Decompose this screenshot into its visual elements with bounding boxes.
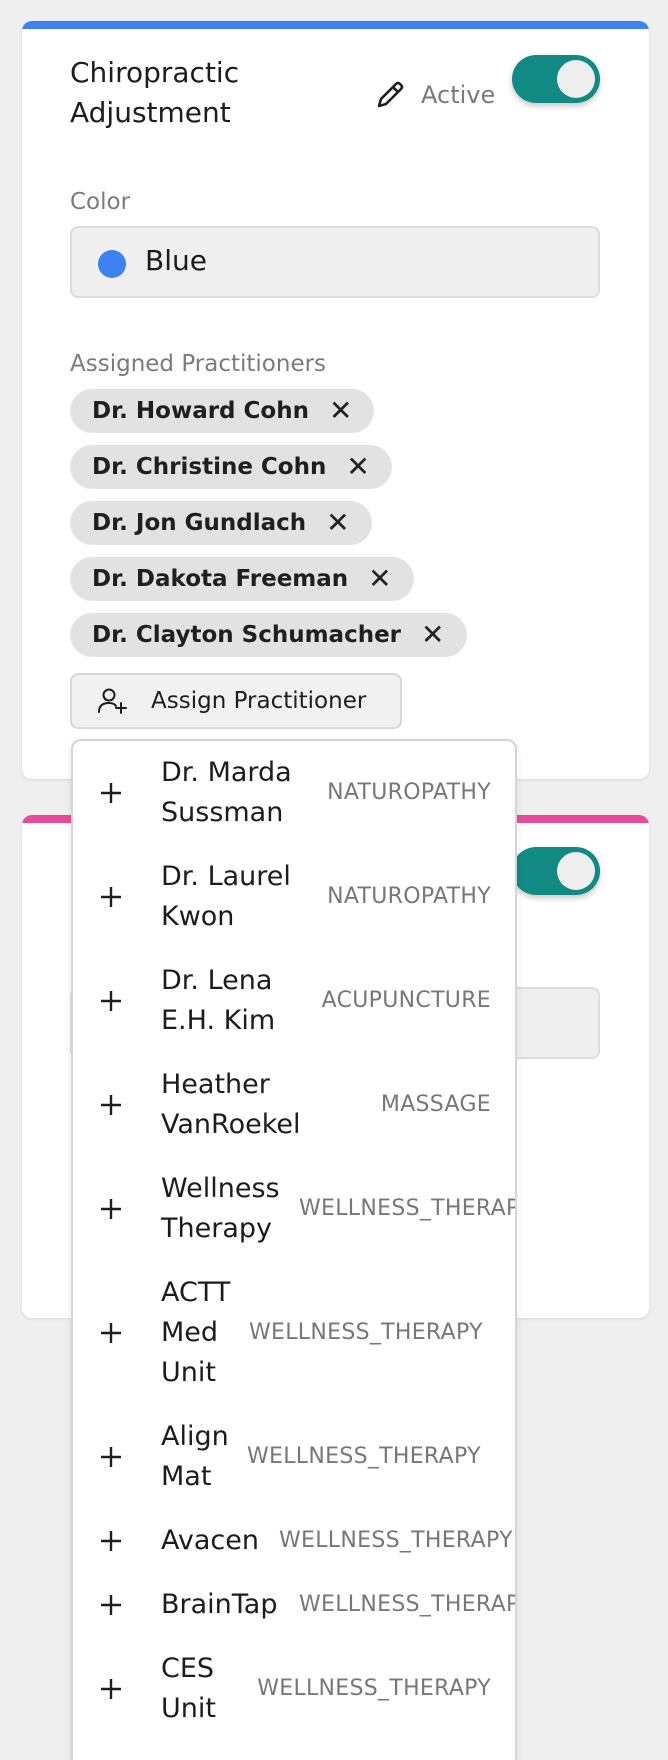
- service-title: Chiropractic Adjustment: [70, 56, 240, 129]
- dropdown-option[interactable]: CES Unit WELLNESS_THERAPY: [73, 1637, 515, 1741]
- color-value: Blue: [145, 244, 207, 277]
- practitioner-chip: Dr. Christine Cohn ✕: [70, 445, 392, 489]
- option-name: Heather VanRoekel: [161, 1069, 301, 1140]
- assign-practitioner-button[interactable]: Assign Practitioner: [70, 673, 402, 729]
- option-name: ACTT Med Unit: [161, 1277, 231, 1388]
- option-category: MASSAGE: [380, 1092, 491, 1117]
- chip-label: Dr. Howard Cohn: [92, 398, 309, 424]
- active-toggle[interactable]: [512, 55, 600, 103]
- close-icon[interactable]: ✕: [368, 565, 391, 593]
- plus-icon: [101, 1595, 121, 1615]
- practitioner-chip: Dr. Dakota Freeman ✕: [70, 557, 414, 601]
- option-category: WELLNESS_THERAPY: [279, 1528, 513, 1553]
- option-category: NATUROPATHY: [327, 780, 491, 805]
- service-card-chiropractic: Chiropractic Adjustment Active Color Blu…: [22, 21, 649, 779]
- option-name: Dr. Marda Sussman: [161, 757, 292, 828]
- plus-icon: [101, 887, 121, 907]
- color-swatch: [98, 250, 126, 278]
- option-category: WELLNESS_THERAPY: [299, 1592, 517, 1617]
- dropdown-option[interactable]: Dr. Laurel Kwon NATUROPATHY: [73, 845, 515, 949]
- practitioner-chip: Dr. Jon Gundlach ✕: [70, 501, 372, 545]
- status-label: Active: [421, 81, 496, 109]
- plus-icon: [101, 991, 121, 1011]
- color-select[interactable]: Blue: [70, 226, 600, 298]
- option-name: BrainTap: [161, 1589, 278, 1620]
- option-name: Wellness Therapy: [161, 1173, 280, 1244]
- practitioner-chip: Dr. Clayton Schumacher ✕: [70, 613, 467, 657]
- dropdown-option[interactable]: Wellness Therapy WELLNESS_THERAPY: [73, 1157, 515, 1261]
- chip-label: Dr. Jon Gundlach: [92, 510, 307, 536]
- dropdown-option[interactable]: BrainTap WELLNESS_THERAPY: [73, 1573, 515, 1637]
- chip-label: Dr. Christine Cohn: [92, 454, 327, 480]
- option-name: Dr. Laurel Kwon: [161, 861, 291, 932]
- card-accent-bar: [22, 21, 649, 29]
- practitioner-chips: Dr. Howard Cohn ✕ Dr. Christine Cohn ✕ D…: [70, 389, 630, 669]
- plus-icon: [101, 1199, 121, 1219]
- close-icon[interactable]: ✕: [326, 509, 349, 537]
- dropdown-option[interactable]: Avacen WELLNESS_THERAPY: [73, 1509, 515, 1573]
- plus-icon: [101, 1095, 121, 1115]
- option-name: Avacen: [161, 1525, 259, 1556]
- plus-icon: [101, 1531, 121, 1551]
- practitioner-chip: Dr. Howard Cohn ✕: [70, 389, 375, 433]
- option-category: ACUPUNCTURE: [321, 988, 491, 1013]
- plus-icon: [101, 1447, 121, 1467]
- pencil-icon[interactable]: [370, 75, 410, 115]
- plus-icon: [101, 783, 121, 803]
- option-category: WELLNESS_THERAPY: [247, 1444, 481, 1469]
- chip-label: Dr. Dakota Freeman: [92, 566, 349, 592]
- chip-label: Dr. Clayton Schumacher: [92, 622, 402, 648]
- user-plus-icon: [98, 688, 127, 714]
- dropdown-option[interactable]: Dr. Marda Sussman NATUROPATHY: [73, 741, 515, 845]
- option-category: WELLNESS_THERAPY: [257, 1676, 491, 1701]
- option-name: Align Mat: [161, 1421, 229, 1492]
- dropdown-option[interactable]: Dr. Lena E.H. Kim ACUPUNCTURE: [73, 949, 515, 1053]
- color-label: Color: [70, 189, 131, 215]
- toggle-knob: [557, 60, 595, 98]
- dropdown-option[interactable]: Align Mat WELLNESS_THERAPY: [73, 1405, 515, 1509]
- option-name: CES Unit: [161, 1653, 216, 1724]
- option-category: WELLNESS_THERAPY: [299, 1196, 517, 1221]
- option-category: WELLNESS_THERAPY: [249, 1320, 483, 1345]
- assign-button-label: Assign Practitioner: [151, 688, 367, 714]
- close-icon[interactable]: ✕: [346, 453, 369, 481]
- plus-icon: [101, 1323, 121, 1343]
- toggle-knob: [557, 852, 595, 890]
- active-toggle[interactable]: [512, 847, 600, 895]
- close-icon[interactable]: ✕: [421, 621, 444, 649]
- dropdown-option[interactable]: ACTT Med Unit WELLNESS_THERAPY: [73, 1261, 515, 1405]
- option-category: NATUROPATHY: [327, 884, 491, 909]
- plus-icon: [101, 1679, 121, 1699]
- option-name: Dr. Lena E.H. Kim: [161, 965, 276, 1036]
- assigned-practitioners-label: Assigned Practitioners: [70, 351, 327, 377]
- close-icon[interactable]: ✕: [329, 397, 352, 425]
- dropdown-option[interactable]: Heather VanRoekel MASSAGE: [73, 1053, 515, 1157]
- practitioner-dropdown: Dr. Marda Sussman NATUROPATHY Dr. Laurel…: [71, 739, 517, 1760]
